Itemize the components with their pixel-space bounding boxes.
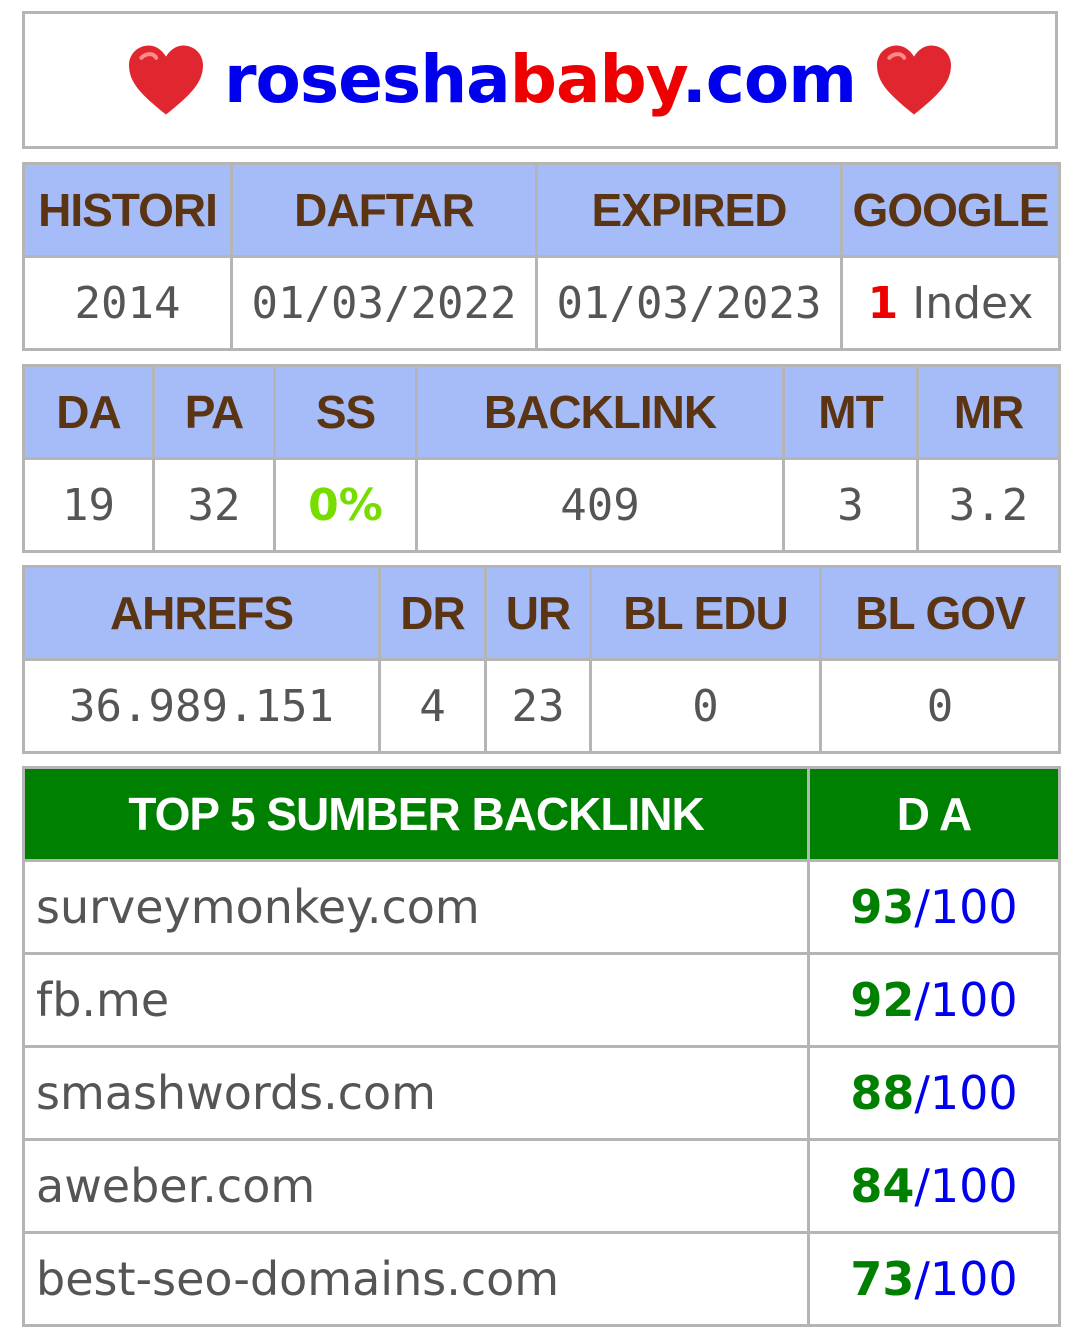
- backlink-site: aweber.com: [22, 1138, 810, 1234]
- header-mr: MR: [916, 364, 1061, 460]
- backlink-site: surveymonkey.com: [22, 859, 810, 955]
- table-row: 19 32 0% 409 3 3.2: [22, 457, 1061, 553]
- da-max: /100: [914, 880, 1018, 934]
- heart-icon: [128, 45, 203, 115]
- header-histori: HISTORI: [22, 162, 233, 258]
- da-max: /100: [914, 1159, 1018, 1213]
- site-title-banner: roseshababy.com: [22, 11, 1058, 149]
- site-domain-title: roseshababy.com: [223, 41, 857, 118]
- header-ss: SS: [273, 364, 418, 460]
- backlink-site: smashwords.com: [22, 1045, 810, 1141]
- google-index-value: 1 Index: [840, 255, 1061, 351]
- daftar-value: 01/03/2022: [230, 255, 538, 351]
- table-row: surveymonkey.com 93/100: [22, 859, 1061, 955]
- da-max: /100: [914, 973, 1018, 1027]
- spam-score-value: 0%: [308, 479, 383, 531]
- heart-icon: [877, 45, 952, 115]
- table-row: aweber.com 84/100: [22, 1138, 1061, 1234]
- dr-value: 4: [378, 658, 487, 754]
- backlink-da: 93/100: [807, 859, 1061, 955]
- header-bl-edu: BL EDU: [589, 565, 822, 661]
- da-score: 73: [850, 1252, 915, 1306]
- da-score: 88: [850, 1066, 915, 1120]
- mt-value: 3: [782, 457, 919, 553]
- table-row: fb.me 92/100: [22, 952, 1061, 1048]
- table-row: best-seo-domains.com 73/100: [22, 1231, 1061, 1327]
- moz-metrics-table: DA PA SS BACKLINK MT MR 19 32 0% 409 3 3…: [22, 364, 1061, 553]
- backlink-da: 88/100: [807, 1045, 1061, 1141]
- top-backlinks-table: TOP 5 SUMBER BACKLINK D A surveymonkey.c…: [22, 766, 1061, 1327]
- header-da: DA: [22, 364, 155, 460]
- header-expired: EXPIRED: [535, 162, 843, 258]
- table-row: smashwords.com 88/100: [22, 1045, 1061, 1141]
- google-index-label: Index: [898, 277, 1034, 329]
- domain-info-table: HISTORI DAFTAR EXPIRED GOOGLE 2014 01/03…: [22, 162, 1061, 351]
- histori-value: 2014: [22, 255, 233, 351]
- table-header-row: TOP 5 SUMBER BACKLINK D A: [22, 766, 1061, 862]
- expired-value: 01/03/2023: [535, 255, 843, 351]
- header-dr: DR: [378, 565, 487, 661]
- header-ur: UR: [484, 565, 592, 661]
- bl-edu-value: 0: [589, 658, 822, 754]
- header-ahrefs: AHREFS: [22, 565, 381, 661]
- google-index-count: 1: [867, 277, 899, 329]
- header-backlink: BACKLINK: [415, 364, 785, 460]
- ur-value: 23: [484, 658, 592, 754]
- ahrefs-metrics-table: AHREFS DR UR BL EDU BL GOV 36.989.151 4 …: [22, 565, 1061, 754]
- table-header-row: AHREFS DR UR BL EDU BL GOV: [22, 565, 1061, 661]
- mr-value: 3.2: [916, 457, 1061, 553]
- header-mt: MT: [782, 364, 919, 460]
- da-value: 19: [22, 457, 155, 553]
- backlink-site: fb.me: [22, 952, 810, 1048]
- header-top-sources: TOP 5 SUMBER BACKLINK: [22, 766, 810, 862]
- da-score: 93: [850, 880, 915, 934]
- header-google: GOOGLE: [840, 162, 1061, 258]
- backlink-site: best-seo-domains.com: [22, 1231, 810, 1327]
- da-score: 92: [850, 973, 915, 1027]
- table-header-row: DA PA SS BACKLINK MT MR: [22, 364, 1061, 460]
- da-max: /100: [914, 1252, 1018, 1306]
- backlink-da: 73/100: [807, 1231, 1061, 1327]
- header-daftar: DAFTAR: [230, 162, 538, 258]
- backlink-da: 92/100: [807, 952, 1061, 1048]
- ahrefs-value: 36.989.151: [22, 658, 381, 754]
- ss-value: 0%: [273, 457, 418, 553]
- table-row: 36.989.151 4 23 0 0: [22, 658, 1061, 754]
- header-da-score: D A: [807, 766, 1061, 862]
- header-bl-gov: BL GOV: [819, 565, 1061, 661]
- bl-gov-value: 0: [819, 658, 1061, 754]
- pa-value: 32: [152, 457, 276, 553]
- table-row: 2014 01/03/2022 01/03/2023 1 Index: [22, 255, 1061, 351]
- header-pa: PA: [152, 364, 276, 460]
- backlink-da: 84/100: [807, 1138, 1061, 1234]
- da-score: 84: [850, 1159, 915, 1213]
- backlink-value: 409: [415, 457, 785, 553]
- table-header-row: HISTORI DAFTAR EXPIRED GOOGLE: [22, 162, 1061, 258]
- da-max: /100: [914, 1066, 1018, 1120]
